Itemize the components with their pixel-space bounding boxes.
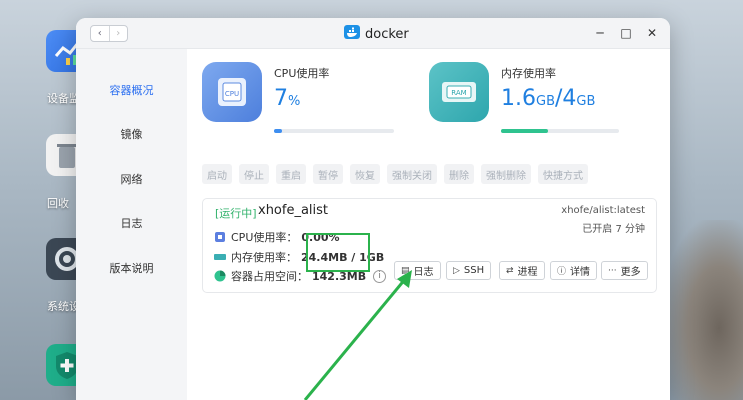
logs-button-label: 日志	[413, 267, 434, 278]
desktop-icon-column: 设备监 回收 系统设	[0, 0, 88, 400]
container-name: xhofe_alist	[258, 203, 329, 218]
memory-small-icon	[214, 251, 226, 263]
app-title-text: docker	[365, 26, 409, 42]
container-uptime: 已开启 7 分钟	[582, 224, 645, 235]
memory-used: 1.6	[501, 86, 536, 111]
terminal-icon: ▷	[453, 265, 460, 276]
window-controls: ─ □ ✕	[594, 26, 658, 40]
container-image: xhofe/alist:latest	[561, 205, 645, 216]
process-button-label: 进程	[517, 267, 538, 278]
memory-usage-bar	[501, 129, 619, 133]
container-cpu-label: CPU使用率：	[231, 231, 298, 244]
cpu-usage-label: CPU使用率	[274, 67, 330, 80]
cpu-usage-bar-fill	[274, 129, 283, 133]
ram-icon-text: RAM	[451, 89, 466, 97]
memory-usage-value: 1.6GB/4GB	[501, 86, 595, 111]
restart-button[interactable]: 重启	[276, 164, 306, 184]
delete-button[interactable]: 删除	[444, 164, 474, 184]
status-badge: [运行中]	[215, 207, 257, 220]
start-button[interactable]: 启动	[202, 164, 232, 184]
sidebar-item-logs[interactable]: 日志	[76, 215, 187, 231]
desktop-label: 回收	[47, 197, 69, 210]
cpu-usage-bar	[274, 129, 394, 133]
docker-icon	[344, 25, 360, 43]
sidebar-item-images[interactable]: 镜像	[76, 126, 187, 142]
process-icon: ⇄	[506, 265, 514, 276]
memory-usage-label: 内存使用率	[501, 67, 556, 80]
memory-total: 4	[562, 86, 577, 111]
details-button[interactable]: ⓘ 详情	[550, 261, 598, 280]
cpu-usage-unit: %	[288, 94, 301, 109]
logs-button[interactable]: ▤ 日志	[394, 261, 441, 280]
maximize-icon[interactable]: □	[620, 26, 632, 40]
app-title: docker	[344, 25, 409, 43]
container-disk-label: 容器占用空间：	[231, 270, 308, 283]
back-button[interactable]: ‹	[91, 26, 109, 41]
forward-button[interactable]: ›	[108, 26, 128, 41]
resume-button[interactable]: 恢复	[350, 164, 380, 184]
minimize-icon[interactable]: ─	[594, 26, 606, 40]
logs-highlight-box	[306, 233, 370, 272]
log-icon: ▤	[401, 265, 410, 276]
more-button[interactable]: ··· 更多	[601, 261, 648, 280]
ram-chip-icon: RAM	[429, 62, 489, 122]
cpu-small-icon	[214, 231, 226, 243]
memory-usage-bar-fill	[501, 129, 549, 133]
stop-button[interactable]: 停止	[239, 164, 269, 184]
sidebar-item-version-notes[interactable]: 版本说明	[76, 260, 187, 276]
close-icon[interactable]: ✕	[646, 26, 658, 40]
sidebar-item-overview[interactable]: 容器概况	[76, 82, 187, 98]
memory-used-unit: GB	[536, 94, 555, 109]
more-dots-icon: ···	[608, 265, 617, 276]
force-stop-button[interactable]: 强制关闭	[387, 164, 437, 184]
more-button-label: 更多	[620, 267, 641, 278]
memory-total-unit: GB	[576, 94, 596, 109]
wallpaper-cat	[663, 220, 743, 400]
pause-button[interactable]: 暂停	[313, 164, 343, 184]
ssh-button-label: SSH	[463, 265, 485, 276]
force-delete-button[interactable]: 强制删除	[481, 164, 531, 184]
process-button[interactable]: ⇄ 进程	[499, 261, 545, 280]
cpu-icon-text: CPU	[225, 90, 239, 98]
ssh-button[interactable]: ▷ SSH	[446, 261, 492, 280]
nav-buttons: ‹ ›	[90, 25, 128, 42]
details-button-label: 详情	[570, 267, 591, 278]
sidebar-item-network[interactable]: 网络	[76, 171, 187, 187]
container-toolbar: 启动 停止 重启 暂停 恢复 强制关闭 删除 强制删除 快捷方式	[202, 164, 588, 184]
cpu-chip-icon: CPU	[202, 62, 262, 122]
disk-pie-icon	[214, 270, 226, 282]
shortcut-button[interactable]: 快捷方式	[538, 164, 588, 184]
container-card[interactable]: [运行中] xhofe_alist xhofe/alist:latest 已开启…	[202, 198, 657, 293]
docker-window: ‹ › docker ─ □ ✕ 容器概况 镜像 网络 日志 版本说明 CPU …	[76, 18, 670, 400]
cpu-usage-number: 7	[274, 86, 288, 111]
info-icon[interactable]: i	[373, 269, 387, 283]
details-info-icon: ⓘ	[557, 267, 567, 277]
sidebar: 容器概况 镜像 网络 日志 版本说明	[76, 49, 187, 400]
container-memory-label: 内存使用率：	[231, 251, 297, 264]
main-content: CPU CPU使用率 7% RAM 内存使用率 1.6GB/4GB 启动 停止 …	[187, 49, 670, 400]
cpu-usage-value: 7%	[274, 86, 300, 111]
title-bar: ‹ › docker ─ □ ✕	[76, 18, 670, 49]
